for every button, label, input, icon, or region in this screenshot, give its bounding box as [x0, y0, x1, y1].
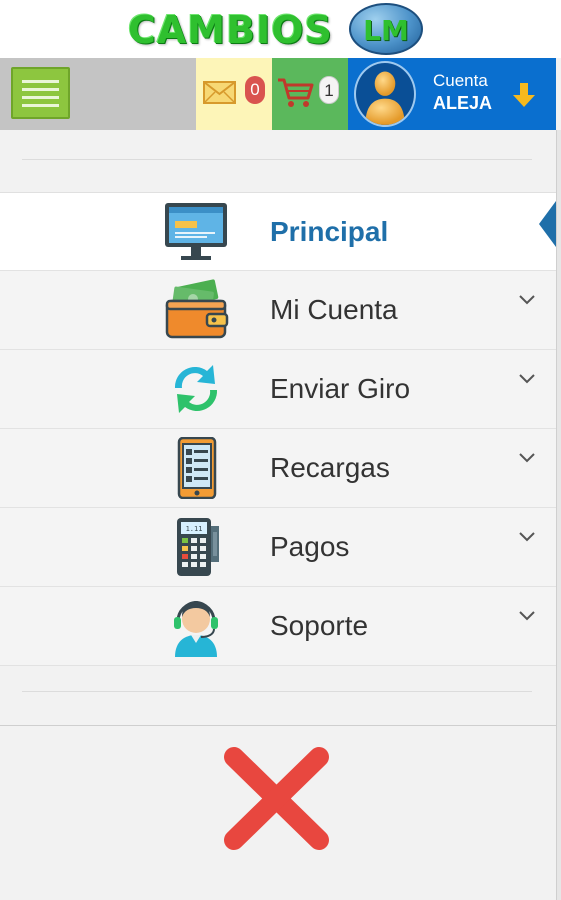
divider-top — [22, 159, 532, 160]
account-name: ALEJA — [433, 93, 493, 113]
logo-badge-text: LM — [363, 14, 409, 47]
down-arrow-icon — [513, 83, 535, 107]
sidebar-item-recargas[interactable]: Recargas — [0, 429, 556, 508]
top-bar: 0 1 Cuenta ALEJA — [0, 58, 556, 130]
chevron-down-icon[interactable] — [518, 293, 536, 307]
sidebar-menu: Principal Mi Cuenta Enviar Giro Recargas… — [0, 192, 556, 666]
top-bar-left — [0, 58, 196, 130]
sidebar-item-label: Pagos — [270, 531, 350, 562]
sidebar-item-label: Soporte — [270, 610, 369, 641]
envelope-icon — [203, 81, 236, 104]
logo-text: CAMBIOS — [128, 8, 333, 52]
shopping-cart-icon — [278, 78, 314, 107]
sidebar-item-pagos[interactable]: 1.11 Pagos — [0, 508, 556, 587]
user-avatar-icon — [354, 61, 416, 127]
sidebar-item-label: Mi Cuenta — [270, 294, 398, 325]
close-x-icon[interactable] — [220, 745, 333, 852]
account-dropdown-button[interactable]: Cuenta ALEJA — [348, 58, 556, 130]
monitor-icon — [165, 203, 227, 260]
payment-terminal-icon: 1.11 — [177, 518, 219, 576]
messages-count-badge: 0 — [245, 76, 265, 104]
chevron-down-icon[interactable] — [518, 451, 536, 465]
account-label: Cuenta — [433, 71, 488, 90]
cart-count-badge: 1 — [319, 76, 339, 104]
chevron-down-icon[interactable] — [518, 372, 536, 386]
divider-bottom — [22, 691, 532, 692]
logo-badge: LM — [349, 3, 423, 55]
sidebar-item-enviar-giro[interactable]: Enviar Giro — [0, 350, 556, 429]
sidebar-item-label: Principal — [270, 216, 389, 247]
hamburger-menu-button[interactable] — [11, 67, 70, 119]
sidebar-item-label: Recargas — [270, 452, 390, 483]
sidebar-item-label: Enviar Giro — [270, 373, 411, 404]
logo-header: CAMBIOS LM — [0, 0, 561, 58]
chevron-down-icon[interactable] — [518, 609, 536, 623]
exchange-arrows-icon — [174, 365, 218, 413]
svg-text:1.11: 1.11 — [186, 525, 203, 533]
sidebar-item-soporte[interactable]: Soporte — [0, 587, 556, 666]
support-agent-icon — [174, 601, 218, 657]
chevron-down-icon[interactable] — [518, 530, 536, 544]
active-indicator — [539, 201, 556, 247]
wallet-icon — [165, 279, 229, 339]
panel-right-border — [556, 130, 561, 900]
sidebar-item-principal[interactable]: Principal — [0, 192, 556, 271]
divider-close — [0, 725, 556, 726]
mobile-phone-icon — [177, 437, 217, 499]
sidebar-item-mi-cuenta[interactable]: Mi Cuenta — [0, 271, 556, 350]
